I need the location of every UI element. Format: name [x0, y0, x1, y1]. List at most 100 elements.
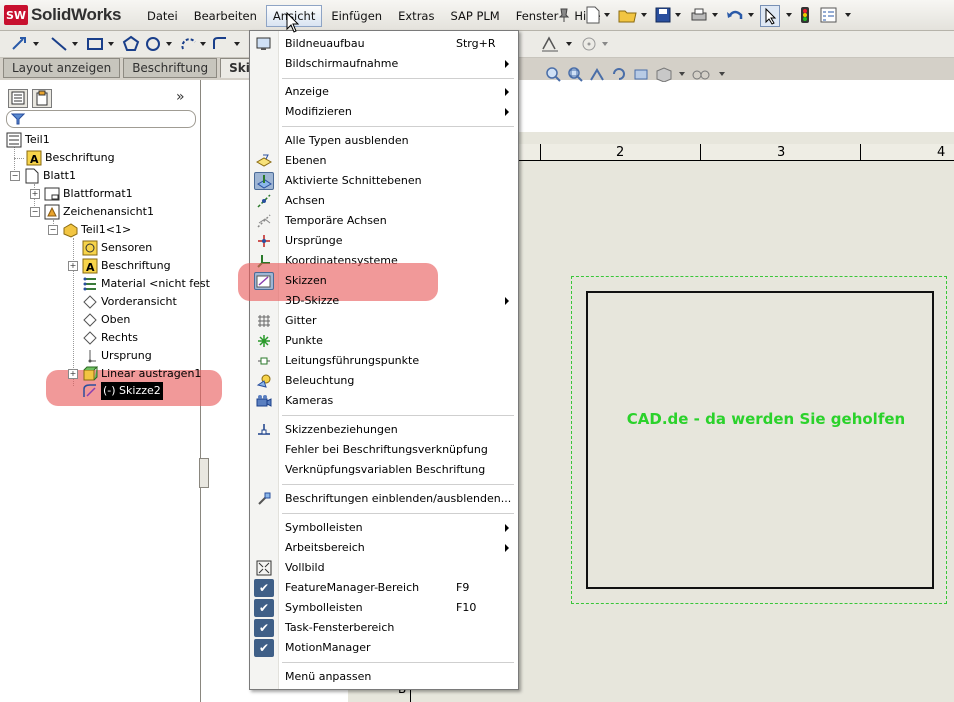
select-dropdown-icon[interactable] — [786, 5, 792, 25]
zoom-to-fit-icon[interactable] — [545, 66, 561, 82]
menu-item-achsen[interactable]: Achsen — [250, 191, 518, 211]
line-tool-icon[interactable] — [50, 34, 68, 54]
options-dropdown-icon[interactable] — [845, 5, 851, 25]
menu-item-vollbild[interactable]: Vollbild — [250, 558, 518, 578]
tree-item-teil1[interactable]: Teil1 — [6, 131, 50, 149]
property-manager-tab-icon[interactable] — [32, 89, 52, 108]
new-document-icon[interactable] — [585, 5, 601, 25]
tree-item-vorderansicht[interactable]: Vorderansicht — [82, 293, 177, 311]
tree-item-sensoren[interactable]: Sensoren — [82, 239, 152, 257]
tab-layout-anzeigen[interactable]: Layout anzeigen — [3, 58, 121, 78]
previous-view-icon[interactable] — [589, 66, 605, 82]
menu-item-arbeitsbereich[interactable]: Arbeitsbereich — [250, 538, 518, 558]
display-style-dropdown-icon[interactable] — [679, 72, 685, 76]
expand-blattformat1-icon[interactable]: + — [30, 189, 40, 199]
print-icon[interactable] — [690, 5, 708, 25]
menu-item-gitter[interactable]: Gitter — [250, 311, 518, 331]
menu-extras[interactable]: Extras — [391, 5, 441, 27]
menu-item-punkte[interactable]: Punkte — [250, 331, 518, 351]
menu-item-bildneuaufbau[interactable]: Bildneuaufbau Strg+R — [250, 34, 518, 54]
line-dropdown-icon[interactable] — [72, 34, 78, 54]
rectangle-dropdown-icon[interactable] — [108, 34, 114, 54]
panel-collapse-handle[interactable] — [199, 458, 209, 488]
point-tool-icon[interactable] — [580, 34, 598, 54]
menu-item-featuremanager-bereich[interactable]: ✔ FeatureManager-Bereich F9 — [250, 578, 518, 598]
menu-sap-plm[interactable]: SAP PLM — [443, 5, 506, 27]
open-folder-icon[interactable] — [618, 5, 638, 25]
rectangle-tool-icon[interactable] — [86, 34, 104, 54]
menu-item-bildschirmaufnahme[interactable]: Bildschirmaufnahme — [250, 54, 518, 74]
menu-item-kameras[interactable]: Kameras — [250, 391, 518, 411]
tree-item-blattformat1[interactable]: + Blattformat1 — [30, 185, 133, 203]
arc-tool-icon[interactable] — [180, 34, 198, 54]
tree-item-blatt1[interactable]: − Blatt1 — [10, 167, 76, 185]
menu-item-motionmanager[interactable]: ✔ MotionManager — [250, 638, 518, 658]
drawing-view-border[interactable] — [586, 291, 934, 589]
menu-item-symbolleisten-toggle[interactable]: ✔ Symbolleisten F10 — [250, 598, 518, 618]
tree-item-material[interactable]: Material <nicht fest — [82, 275, 210, 293]
menu-item-alle-typen-ausblenden[interactable]: Alle Typen ausblenden — [250, 131, 518, 151]
tree-item-skizze2[interactable]: (-) Skizze2 — [82, 382, 163, 400]
expand-linear-austragen1-icon[interactable]: + — [68, 369, 78, 379]
menu-bearbeiten[interactable]: Bearbeiten — [187, 5, 264, 27]
menu-item-aktivierte-schnittebenen[interactable]: Aktivierte Schnittebenen — [250, 171, 518, 191]
fillet-dropdown-icon[interactable] — [566, 34, 572, 54]
rotate-view-icon[interactable] — [633, 66, 649, 82]
spline-tool-icon[interactable] — [212, 34, 230, 54]
display-style-icon[interactable] — [655, 66, 673, 82]
menu-item-beschriftungen-einblenden[interactable]: Beschriftungen einblenden/ausblenden... — [250, 489, 518, 509]
menu-item-skizzenbeziehungen[interactable]: Skizzenbeziehungen — [250, 420, 518, 440]
tree-item-ursprung[interactable]: Ursprung — [82, 347, 152, 365]
tree-item-beschriftung-2[interactable]: + A Beschriftung — [68, 257, 171, 275]
menu-item-menue-anpassen[interactable]: Menü anpassen — [250, 667, 518, 687]
menu-item-urspruenge[interactable]: Ursprünge — [250, 231, 518, 251]
menu-item-verknuepfungsvariablen-beschriftung[interactable]: Verknüpfungsvariablen Beschriftung — [250, 460, 518, 480]
menu-item-skizzen[interactable]: Skizzen — [250, 271, 518, 291]
polygon-tool-icon[interactable] — [122, 34, 140, 54]
menu-item-3d-skizze[interactable]: 3D-Skizze — [250, 291, 518, 311]
tree-item-linear-austragen1[interactable]: + Linear austragen1 — [68, 365, 201, 383]
feature-filter-input[interactable] — [6, 110, 196, 128]
hide-show-dropdown-icon[interactable] — [719, 72, 725, 76]
menu-item-leitungsfuehrungspunkte[interactable]: Leitungsführungspunkte — [250, 351, 518, 371]
circle-tool-icon[interactable] — [144, 34, 162, 54]
panel-expand-icon[interactable]: » — [176, 89, 185, 105]
open-dropdown-icon[interactable] — [641, 5, 647, 25]
zoom-area-icon[interactable] — [567, 66, 583, 82]
tree-item-beschriftung[interactable]: A Beschriftung — [26, 149, 115, 167]
expand-beschriftung-icon[interactable]: + — [68, 261, 78, 271]
menu-item-temporaere-achsen[interactable]: Temporäre Achsen — [250, 211, 518, 231]
tree-item-teil1-instance[interactable]: − Teil1<1> — [48, 221, 131, 239]
collapse-zeichenansicht1-icon[interactable]: − — [30, 207, 40, 217]
circle-dropdown-icon[interactable] — [166, 34, 172, 54]
dimension-dropdown-icon[interactable] — [33, 34, 39, 54]
menu-item-modifizieren[interactable]: Modifizieren — [250, 102, 518, 122]
tree-item-rechts[interactable]: Rechts — [82, 329, 138, 347]
undo-icon[interactable] — [726, 5, 744, 25]
feature-tree-tab-icon[interactable] — [8, 89, 28, 108]
tab-beschriftung[interactable]: Beschriftung — [123, 58, 218, 78]
menu-item-beleuchtung[interactable]: Beleuchtung — [250, 371, 518, 391]
pin-menu-icon[interactable] — [557, 5, 571, 25]
tree-item-oben[interactable]: Oben — [82, 311, 130, 329]
new-dropdown-icon[interactable] — [604, 5, 610, 25]
traffic-light-icon[interactable] — [800, 5, 810, 25]
hide-show-items-icon[interactable] — [691, 66, 713, 82]
point-dropdown-icon[interactable] — [602, 34, 608, 54]
menu-datei[interactable]: Datei — [140, 5, 185, 27]
smart-dimension-icon[interactable] — [10, 34, 28, 54]
redraw-view-icon[interactable] — [611, 66, 627, 82]
tree-item-zeichenansicht1[interactable]: − Zeichenansicht1 — [30, 203, 154, 221]
collapse-blatt1-icon[interactable]: − — [10, 171, 20, 181]
collapse-teil1-instance-icon[interactable]: − — [48, 225, 58, 235]
spline-dropdown-icon[interactable] — [234, 34, 240, 54]
menu-einfuegen[interactable]: Einfügen — [324, 5, 389, 27]
app-logo[interactable]: SW SolidWorks — [4, 4, 122, 26]
print-dropdown-icon[interactable] — [712, 5, 718, 25]
select-pointer-icon[interactable] — [760, 5, 780, 27]
save-icon[interactable] — [655, 5, 671, 25]
menu-item-symbolleisten-sub[interactable]: Symbolleisten — [250, 518, 518, 538]
menu-item-ebenen[interactable]: Ebenen — [250, 151, 518, 171]
save-dropdown-icon[interactable] — [675, 5, 681, 25]
options-icon[interactable] — [820, 5, 838, 25]
